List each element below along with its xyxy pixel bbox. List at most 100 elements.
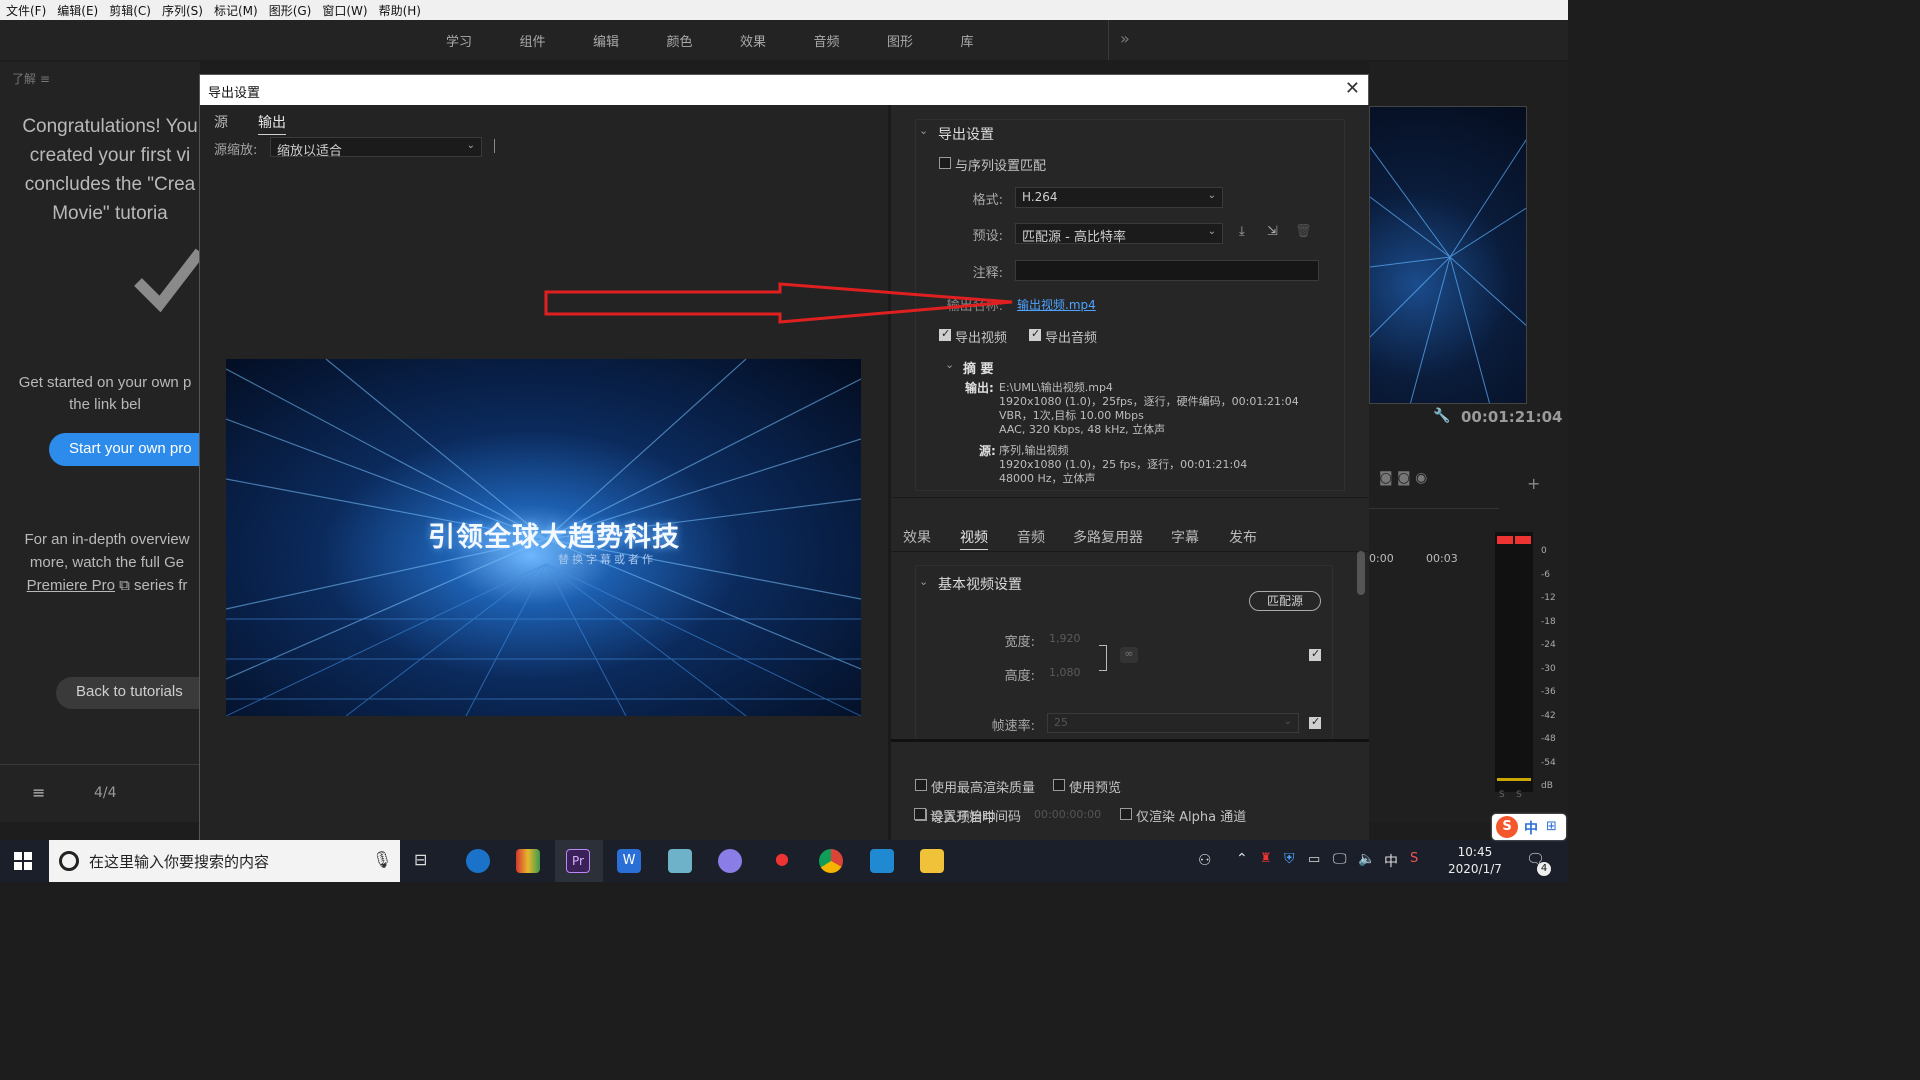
add-button-icon[interactable]: +	[1527, 474, 1540, 493]
workspace-color[interactable]: 颜色	[667, 31, 741, 50]
volume-icon[interactable]: 🔈	[1358, 851, 1375, 867]
vscode-app-icon[interactable]	[870, 849, 894, 873]
width-match-checkbox[interactable]	[1309, 647, 1321, 661]
battery-icon[interactable]: ▭	[1308, 852, 1320, 867]
workspace-graphics[interactable]: 图形	[887, 31, 961, 50]
close-icon[interactable]: ✕	[1345, 78, 1360, 99]
task-view-icon[interactable]: ⊟	[414, 850, 427, 869]
people-icon[interactable]: ⚇	[1198, 851, 1211, 869]
camera-icon[interactable]: ◙ ◙ ◉	[1379, 470, 1427, 486]
browser-app-icon[interactable]	[466, 849, 490, 873]
menu-clip[interactable]: 剪辑(C)	[109, 2, 151, 19]
framerate-match-checkbox[interactable]	[1309, 715, 1321, 729]
meter-scale: 0 -6 -12 -18 -24 -30 -36 -42 -48 -54 dB	[1541, 546, 1556, 791]
workspace-assembly[interactable]: 组件	[520, 31, 594, 50]
export-audio-checkbox[interactable]	[1029, 327, 1041, 341]
menu-file[interactable]: 文件(F)	[6, 2, 46, 19]
height-value[interactable]: 1,080	[1049, 666, 1081, 679]
height-label: 高度:	[1004, 669, 1035, 684]
network-icon[interactable]: 🖵	[1333, 851, 1347, 867]
taskbar-search-input[interactable]: 在这里输入你要搜索的内容	[49, 840, 400, 882]
framerate-dropdown[interactable]: 25 ⌄	[1047, 713, 1299, 733]
tab-video[interactable]: 视频	[960, 527, 988, 550]
menu-help[interactable]: 帮助(H)	[379, 2, 421, 19]
tab-multiplexer[interactable]: 多路复用器	[1073, 527, 1143, 547]
workspace-learning[interactable]: 学习	[446, 31, 520, 50]
collapse-icon[interactable]: ⌄	[919, 124, 928, 137]
import-preset-icon[interactable]: ⇲	[1267, 224, 1278, 239]
tab-output[interactable]: 输出	[258, 112, 286, 135]
windows-start-icon[interactable]	[14, 852, 32, 870]
microphone-icon[interactable]: 🎙	[372, 850, 392, 869]
chrome-app-icon[interactable]	[819, 849, 843, 873]
wps-app-icon[interactable]: W	[617, 849, 641, 873]
ime-indicator[interactable]: 中	[1384, 851, 1398, 871]
file-explorer-icon[interactable]	[920, 849, 944, 873]
delete-preset-icon[interactable]: 🗑	[1295, 224, 1312, 239]
tab-captions[interactable]: 字幕	[1171, 527, 1199, 547]
sogou-chinese-mode[interactable]: 中	[1524, 818, 1538, 838]
chevron-down-icon: ⌄	[1283, 716, 1292, 727]
start-timecode-value[interactable]: 00:00:00:00	[1034, 808, 1101, 821]
workspace-libraries[interactable]: 库	[961, 31, 1035, 50]
menu-edit[interactable]: 编辑(E)	[57, 2, 98, 19]
workspace-audio[interactable]: 音频	[814, 31, 888, 50]
set-start-timecode-checkbox[interactable]	[914, 808, 926, 820]
sogou-ime-bar[interactable]: S 中 ⊞	[1492, 814, 1566, 840]
solo-buttons[interactable]: S S	[1499, 790, 1522, 800]
tab-audio[interactable]: 音频	[1017, 527, 1045, 547]
summary-output-label: 输出:	[965, 381, 994, 395]
settings-pane: ⌄ 导出设置 与序列设置匹配 格式: H.264 ⌄ 预设: 匹配源 - 高比特率…	[891, 105, 1369, 841]
summary-source-label: 源:	[979, 444, 996, 458]
match-source-button[interactable]: 匹配源	[1249, 591, 1321, 611]
notes-app-icon[interactable]	[668, 849, 692, 873]
render-alpha-checkbox[interactable]	[1120, 808, 1132, 820]
taskbar-clock[interactable]: 10:45 2020/1/7	[1448, 844, 1502, 878]
format-dropdown[interactable]: H.264 ⌄	[1015, 187, 1223, 208]
max-render-quality-checkbox[interactable]	[915, 779, 927, 791]
menu-marker[interactable]: 标记(M)	[214, 2, 258, 19]
source-scale-dropdown[interactable]: 缩放以适合 ⌄	[270, 137, 482, 159]
chevron-down-icon: ⌄	[1207, 190, 1216, 201]
match-sequence-checkbox[interactable]	[939, 157, 951, 169]
summary-collapse-icon[interactable]: ⌄	[945, 358, 954, 371]
output-name-link[interactable]: 输出视频.mp4	[1017, 296, 1096, 313]
winrar-app-icon[interactable]	[516, 849, 540, 873]
more-workspaces-icon[interactable]: »	[1120, 29, 1130, 48]
render-alpha-label: 仅渲染 Alpha 通道	[1136, 810, 1247, 825]
tab-publish[interactable]: 发布	[1229, 527, 1257, 547]
preset-dropdown[interactable]: 匹配源 - 高比特率 ⌄	[1015, 223, 1223, 245]
chevron-up-icon[interactable]: ⌃	[1236, 851, 1248, 867]
tab-source[interactable]: 源	[214, 112, 228, 132]
shield-icon[interactable]: ⛨	[1284, 851, 1295, 867]
chevron-down-icon: ⌄	[1207, 226, 1216, 237]
max-render-quality-label: 使用最高渲染质量	[931, 781, 1036, 796]
cloud-app-icon[interactable]	[718, 849, 742, 873]
audio-meter	[1495, 532, 1533, 792]
comment-input[interactable]	[1015, 260, 1319, 281]
menu-graphics[interactable]: 图形(G)	[269, 2, 312, 19]
hamburger-icon[interactable]: ≡	[32, 783, 45, 802]
settings-scrollbar[interactable]	[1357, 551, 1365, 595]
learn-panel-title[interactable]: 了解 ≡	[12, 70, 50, 87]
menu-sequence[interactable]: 序列(S)	[162, 2, 203, 19]
recorder-app-icon[interactable]: ●	[770, 849, 794, 873]
tab-effects[interactable]: 效果	[903, 527, 931, 547]
premiere-pro-link[interactable]: Premiere Pro	[27, 577, 115, 594]
workspace-editing[interactable]: 编辑	[593, 31, 667, 50]
use-previews-checkbox[interactable]	[1053, 779, 1065, 791]
wrench-icon[interactable]: 🔧	[1433, 408, 1450, 424]
basic-video-collapse-icon[interactable]: ⌄	[919, 575, 928, 588]
export-video-checkbox[interactable]	[939, 327, 951, 341]
tray-app-icon[interactable]: ♜	[1260, 851, 1272, 866]
save-preset-icon[interactable]: ⤓	[1239, 224, 1245, 239]
ruler-start: 0:00	[1369, 552, 1394, 565]
link-icon[interactable]: ∞	[1120, 647, 1138, 663]
format-label: 格式:	[972, 193, 1003, 208]
preview-title-text: 引领全球大趋势科技	[428, 522, 680, 553]
menu-window[interactable]: 窗口(W)	[322, 2, 367, 19]
sogou-grid-icon[interactable]: ⊞	[1546, 819, 1557, 834]
sogou-input-icon[interactable]: S	[1410, 851, 1418, 866]
workspace-effects[interactable]: 效果	[740, 31, 814, 50]
width-value[interactable]: 1,920	[1049, 632, 1081, 645]
